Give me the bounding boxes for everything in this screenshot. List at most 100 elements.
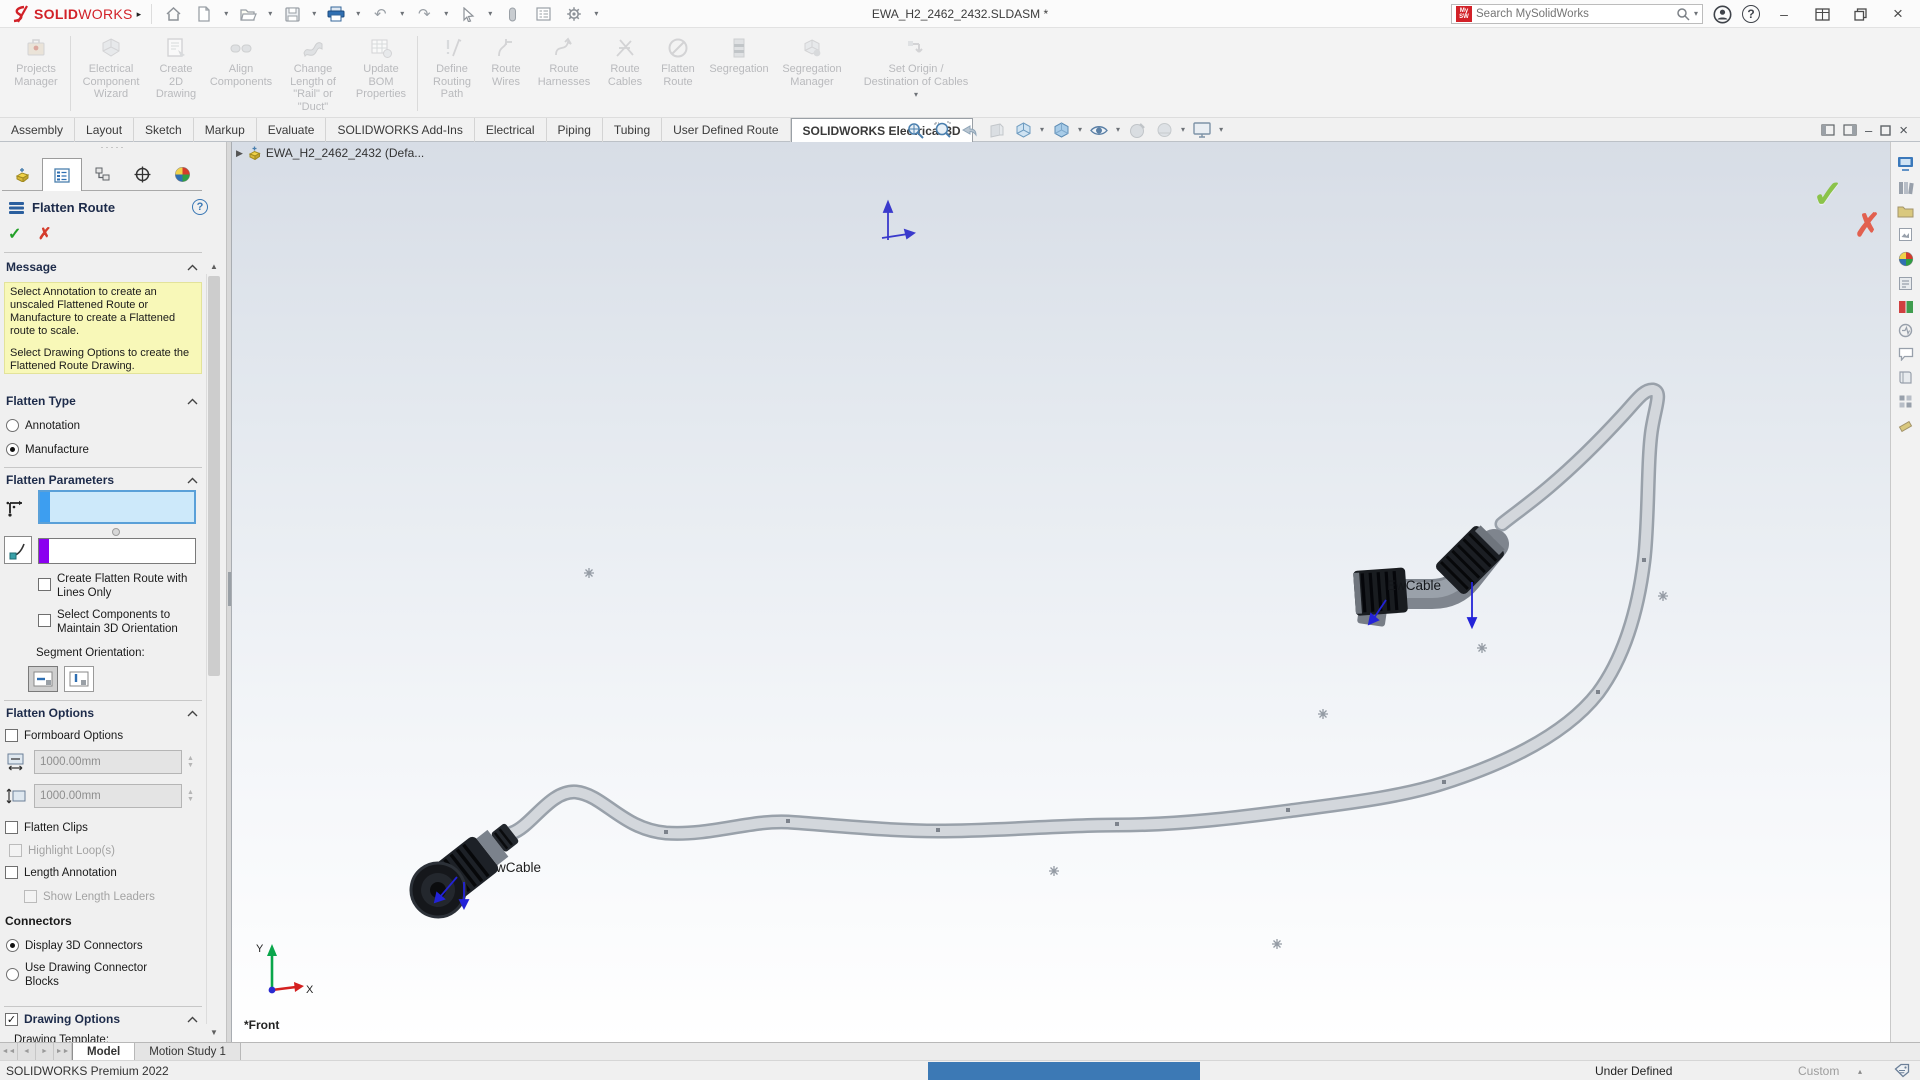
property-manager-tab[interactable]	[42, 158, 82, 191]
segment-orientation-horizontal-button[interactable]	[28, 666, 58, 692]
manufacture-radio[interactable]	[6, 443, 19, 456]
window-close-icon[interactable]: ×	[1884, 2, 1912, 26]
magnet-toggle-icon[interactable]	[501, 4, 523, 24]
flatten-type-section-header[interactable]: Flatten Type	[6, 394, 198, 408]
undo-icon[interactable]: ↶	[369, 4, 391, 24]
save-icon[interactable]	[281, 4, 303, 24]
graphics-viewport[interactable]: ▶ EWA_H2_2462_2432 (Defa... EwCable	[232, 142, 1890, 1042]
window-restore-icon[interactable]	[1846, 2, 1874, 26]
dimxpert-manager-tab[interactable]	[122, 158, 162, 191]
lines-only-checkbox-label[interactable]: Create Flatten Route with Lines Only	[57, 572, 199, 600]
maintain-3d-checkbox-label[interactable]: Select Components to Maintain 3D Orienta…	[57, 608, 199, 636]
create-2d-drawing-button[interactable]: Create 2D Drawing	[147, 32, 205, 115]
view-settings-caret-icon[interactable]: ▾	[1219, 126, 1223, 134]
redo-caret-icon[interactable]: ▾	[444, 10, 448, 18]
status-units-caret-icon[interactable]: ▴	[1858, 1068, 1862, 1076]
message-section-header[interactable]: Message	[6, 260, 198, 274]
panel-resize-grip[interactable]: ·····	[88, 142, 138, 152]
maintain-3d-checkbox[interactable]	[38, 614, 51, 627]
formboard-width-field[interactable]	[34, 750, 182, 774]
mysolidworks-search[interactable]: MySW ▾	[1451, 4, 1703, 24]
design-library-icon[interactable]	[1898, 180, 1914, 195]
bend-radius-button[interactable]	[4, 536, 32, 564]
flatten-parameters-section-header[interactable]: Flatten Parameters	[6, 473, 198, 487]
flatten-clips-label[interactable]: Flatten Clips	[24, 821, 88, 835]
select-cursor-icon[interactable]	[457, 4, 479, 24]
brand-expand-arrow-icon[interactable]: ▸	[137, 9, 142, 20]
segment-orientation-vertical-button[interactable]	[64, 666, 94, 692]
flatten-route-button[interactable]: Flatten Route	[652, 32, 704, 115]
search-input[interactable]	[1476, 8, 1672, 20]
electrical-symbols-icon[interactable]	[1898, 323, 1913, 338]
search-caret-icon[interactable]: ▾	[1694, 10, 1698, 18]
tab-scroll-prev-icon[interactable]: ◄	[18, 1043, 36, 1060]
cable-connector-upper[interactable]	[1353, 523, 1507, 627]
open-document-icon[interactable]	[237, 4, 259, 24]
view-orientation-caret-icon[interactable]: ▾	[1040, 126, 1044, 134]
dock-pane-right-icon[interactable]	[1843, 124, 1857, 136]
tab-scroll-first-icon[interactable]: ◄◄	[0, 1043, 18, 1060]
status-units-selector[interactable]: Custom	[1798, 1064, 1839, 1078]
tab-evaluate[interactable]: Evaluate	[257, 118, 327, 142]
new-document-icon[interactable]	[193, 4, 215, 24]
edit-appearance-icon[interactable]	[1127, 120, 1147, 140]
tab-piping[interactable]: Piping	[547, 118, 603, 142]
electrical-manager-icon[interactable]	[1898, 300, 1914, 314]
new-document-caret-icon[interactable]: ▾	[224, 10, 228, 18]
segregation-manager-button[interactable]: Segregation Manager	[774, 32, 850, 115]
home-icon[interactable]	[162, 4, 184, 24]
bend-radius-selection-field[interactable]	[38, 538, 196, 564]
flatten-options-section-header[interactable]: Flatten Options	[6, 706, 198, 720]
zoom-to-area-icon[interactable]	[932, 120, 952, 140]
set-origin-destination-button[interactable]: Set Origin / Destination of Cables ▾	[850, 32, 982, 115]
cable-label-upper[interactable]: EwCable	[1387, 578, 1441, 593]
update-bom-properties-button[interactable]: Update BOM Properties	[349, 32, 413, 115]
search-icon[interactable]	[1676, 7, 1690, 21]
section-view-icon[interactable]	[986, 120, 1006, 140]
display-3d-connectors-radio[interactable]	[6, 939, 19, 952]
solidworks-resources-icon[interactable]	[1897, 156, 1914, 171]
appearances-scenes-icon[interactable]	[1898, 251, 1914, 267]
file-explorer-icon[interactable]	[1897, 204, 1914, 218]
display-style-caret-icon[interactable]: ▾	[1078, 126, 1082, 134]
lines-only-checkbox[interactable]	[38, 578, 51, 591]
tab-electrical[interactable]: Electrical	[475, 118, 547, 142]
panel-help-icon[interactable]: ?	[192, 199, 208, 215]
annotation-radio-label[interactable]: Annotation	[25, 419, 80, 433]
length-annotation-checkbox[interactable]	[5, 866, 18, 879]
view-orientation-icon[interactable]	[1013, 120, 1033, 140]
tab-assembly[interactable]: Assembly	[0, 118, 75, 142]
confirm-ok-button[interactable]: ✓	[1812, 172, 1844, 217]
manufacture-radio-label[interactable]: Manufacture	[25, 443, 89, 457]
scrollbar-thumb[interactable]	[208, 276, 220, 676]
configuration-manager-tab[interactable]	[82, 158, 122, 191]
doc-restore-icon[interactable]	[1880, 125, 1891, 136]
annotation-radio[interactable]	[6, 419, 19, 432]
tab-tubing[interactable]: Tubing	[603, 118, 662, 142]
electrical-component-wizard-button[interactable]: Electrical Component Wizard	[75, 32, 147, 115]
hide-show-items-icon[interactable]	[1089, 120, 1109, 140]
print-icon[interactable]	[325, 4, 347, 24]
flatten-clips-checkbox[interactable]	[5, 821, 18, 834]
tab-scroll-last-icon[interactable]: ►►	[54, 1043, 72, 1060]
measure-tools-icon[interactable]	[1898, 418, 1913, 433]
tab-solidworks-add-ins[interactable]: SOLIDWORKS Add-Ins	[326, 118, 474, 142]
model-tab[interactable]: Model	[72, 1043, 135, 1060]
tab-sketch[interactable]: Sketch	[134, 118, 194, 142]
display-manager-tab[interactable]	[162, 158, 202, 191]
motion-study-tab[interactable]: Motion Study 1	[135, 1043, 241, 1060]
user-account-icon[interactable]	[1713, 5, 1732, 24]
view-palette-icon[interactable]	[1898, 227, 1913, 242]
previous-view-icon[interactable]	[959, 120, 979, 140]
doc-close-icon[interactable]: ×	[1899, 122, 1908, 139]
tab-layout[interactable]: Layout	[75, 118, 134, 142]
feature-manager-tab[interactable]	[2, 158, 42, 191]
length-annotation-label[interactable]: Length Annotation	[24, 866, 117, 880]
align-components-button[interactable]: Align Components	[205, 32, 277, 115]
3d-model-canvas[interactable]: EwCable	[232, 142, 1890, 1042]
save-caret-icon[interactable]: ▾	[312, 10, 316, 18]
help-icon[interactable]: ?	[1742, 5, 1760, 23]
drawing-options-label[interactable]: Drawing Options	[24, 1012, 120, 1026]
formboard-height-field[interactable]	[34, 784, 182, 808]
settings-caret-icon[interactable]: ▾	[594, 10, 598, 18]
